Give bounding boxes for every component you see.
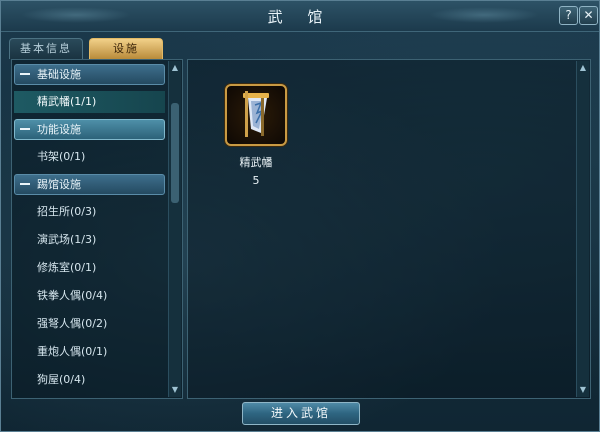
list-item-crossbow-dummy[interactable]: 强弩人偶(0/2)	[14, 313, 165, 335]
category-function-facilities[interactable]: 功能设施	[14, 119, 165, 140]
close-button[interactable]: ✕	[579, 6, 598, 25]
category-label: 踢馆设施	[37, 178, 81, 191]
title-bar[interactable]: 武 馆 ? ✕	[1, 1, 599, 32]
facility-card: 精武幡 5	[224, 84, 288, 187]
list-item-recruitment[interactable]: 招生所(0/3)	[14, 201, 165, 223]
facility-detail-panel: 精武幡 5 ▲ ▼	[187, 59, 591, 399]
detail-scrollbar[interactable]: ▲ ▼	[576, 61, 589, 397]
tab-facilities[interactable]: 设施	[89, 38, 163, 59]
scroll-thumb[interactable]	[171, 103, 179, 203]
list-item-iron-fist-dummy[interactable]: 铁拳人偶(0/4)	[14, 285, 165, 307]
scroll-down-icon[interactable]: ▼	[170, 385, 180, 395]
window-title: 武 馆	[267, 8, 333, 26]
list-item-doghouse[interactable]: 狗屋(0/4)	[14, 369, 165, 391]
enter-martial-hall-button[interactable]: 进入武馆	[242, 402, 360, 425]
list-item-arena[interactable]: 演武场(1/3)	[14, 229, 165, 251]
collapse-minus-icon	[20, 183, 30, 185]
scroll-down-icon[interactable]: ▼	[578, 385, 588, 395]
list-scrollbar[interactable]: ▲ ▼	[168, 61, 181, 397]
list-item-cannon-dummy[interactable]: 重炮人偶(0/1)	[14, 341, 165, 363]
category-basic-facilities[interactable]: 基础设施	[14, 64, 165, 85]
help-button[interactable]: ?	[559, 6, 578, 25]
tab-basic-info[interactable]: 基本信息	[9, 38, 83, 59]
category-challenge-facilities[interactable]: 踢馆设施	[14, 174, 165, 195]
banner-icon[interactable]	[225, 84, 287, 146]
facility-name: 精武幡	[239, 156, 273, 169]
scroll-up-icon[interactable]: ▲	[170, 63, 180, 73]
facility-count: 5	[252, 174, 260, 187]
category-label: 功能设施	[37, 123, 81, 136]
collapse-minus-icon	[20, 73, 30, 75]
facility-list-panel: 基础设施 精武幡(1/1) 功能设施 书架(0/1) 踢馆设施 招生所(0/3)…	[11, 59, 183, 399]
list-item-bookshelf[interactable]: 书架(0/1)	[14, 146, 165, 168]
facility-list: 基础设施 精武幡(1/1) 功能设施 书架(0/1) 踢馆设施 招生所(0/3)…	[14, 62, 165, 397]
list-item-banner[interactable]: 精武幡(1/1)	[14, 91, 165, 113]
collapse-minus-icon	[20, 128, 30, 130]
martial-hall-window: 武 馆 ? ✕ 基本信息 设施 基础设施 精武幡(1/1) 功能设施 书架(0/…	[0, 0, 600, 432]
category-label: 基础设施	[37, 68, 81, 81]
scroll-up-icon[interactable]: ▲	[578, 63, 588, 73]
list-item-training-room[interactable]: 修炼室(0/1)	[14, 257, 165, 279]
